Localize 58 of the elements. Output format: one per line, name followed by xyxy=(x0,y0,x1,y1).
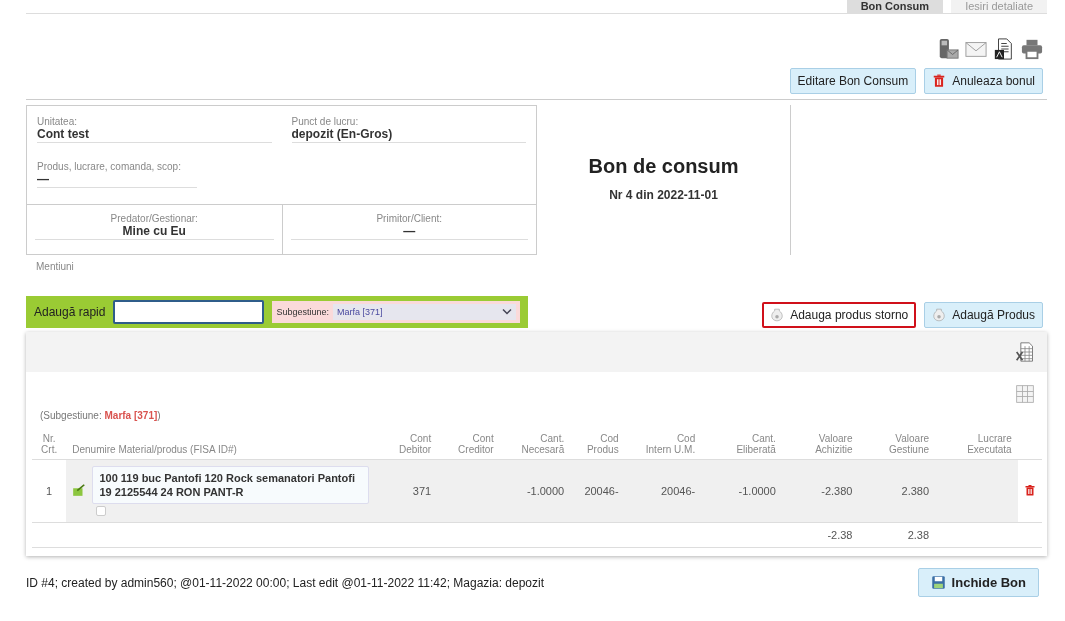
field-label: Produs, lucrare, comanda, scop: xyxy=(37,161,182,172)
checkbox[interactable] xyxy=(96,506,107,516)
column-header: Cant. Eliberată xyxy=(701,431,782,460)
column-header: Cod Produs xyxy=(570,431,625,460)
quick-add-field[interactable] xyxy=(113,300,265,324)
edit-icon[interactable] xyxy=(72,483,87,497)
field-label: Punct de lucru: xyxy=(291,116,360,127)
column-header: Valoare Gestiune xyxy=(858,431,936,460)
table-cell: 20046- xyxy=(570,459,625,523)
product-name[interactable]: 100 119 buc Pantofi 120 Rock semanatori Pantofi 19 2125544 24 RON PANT-R xyxy=(92,466,369,504)
close-receipt-button[interactable]: Inchide Bon xyxy=(917,568,1039,597)
edit-button[interactable]: Editare Bon Consum xyxy=(789,68,917,94)
printer-icon[interactable] xyxy=(1021,38,1043,60)
column-header: Cant. Necesară xyxy=(499,431,571,460)
column-header: Lucrare Executata xyxy=(935,431,1018,460)
quick-add-label: Adaugă rapid xyxy=(34,305,106,319)
table-cell: -1.0000 xyxy=(499,459,571,523)
total-cell: 2.38 xyxy=(858,522,936,548)
chevron-down-icon xyxy=(502,308,512,316)
field-value: depozit (En-Gros) xyxy=(291,127,526,143)
field-label: Primitor/Client: xyxy=(375,213,444,224)
column-header: Cont Creditor xyxy=(437,431,500,460)
document-icon[interactable] xyxy=(993,38,1015,60)
add-product-button[interactable]: Adauga produs storno xyxy=(762,302,917,328)
add-product-button[interactable]: Adaugă Produs xyxy=(924,302,1043,328)
table-cell: -2.380 xyxy=(781,459,859,523)
document-number: Nr 4 din 2022-11-01 xyxy=(609,188,718,202)
field-value: — xyxy=(37,172,197,188)
field-value: — xyxy=(290,224,528,240)
subgestiune-select[interactable]: Marfa [371] xyxy=(332,304,516,320)
field-value: Mine cu Eu xyxy=(35,224,274,240)
document-title: Bon de consum xyxy=(588,155,739,178)
record-info: ID #4; created by admin560; @01-11-2022 00:00; Last edit @01-11-2022 11:42; Magazia: depozit xyxy=(26,575,545,590)
mentions-label: Mentiuni xyxy=(36,261,75,272)
table-cell: 20046- xyxy=(624,459,702,523)
field-value: Cont test xyxy=(37,127,272,143)
table-cell: 371 xyxy=(374,459,438,523)
subgestiune-label: Subgestiune: xyxy=(276,307,329,317)
vase-icon xyxy=(770,308,785,322)
tab[interactable]: Bon Consum xyxy=(846,0,944,13)
vase-icon xyxy=(932,308,947,322)
column-header: Cont Debitor xyxy=(374,431,438,460)
table-cell: 1 xyxy=(32,459,67,523)
column-header: Nr. Crt. xyxy=(32,431,67,460)
table-cell: -1.0000 xyxy=(701,459,782,523)
cancel-button[interactable]: Anuleaza bonul xyxy=(924,68,1043,94)
column-header: Cod Intern U.M. xyxy=(624,431,702,460)
phone-mail-icon[interactable] xyxy=(937,38,959,60)
field-label: Predator/Gestionar: xyxy=(109,213,199,224)
spreadsheet-icon[interactable] xyxy=(1015,342,1035,362)
subgestiune-note: (Subgestiune: Marfa [371]) xyxy=(40,410,162,421)
trash-icon xyxy=(932,74,947,88)
trash-icon[interactable] xyxy=(1024,483,1036,497)
field-label: Unitatea: xyxy=(37,116,79,127)
total-cell: -2.38 xyxy=(781,522,859,548)
table-cell: 2.380 xyxy=(858,459,936,523)
column-header: Denumire Material/produs (FISA ID#) xyxy=(66,431,375,460)
column-header: Valoare Achizitie xyxy=(781,431,859,460)
